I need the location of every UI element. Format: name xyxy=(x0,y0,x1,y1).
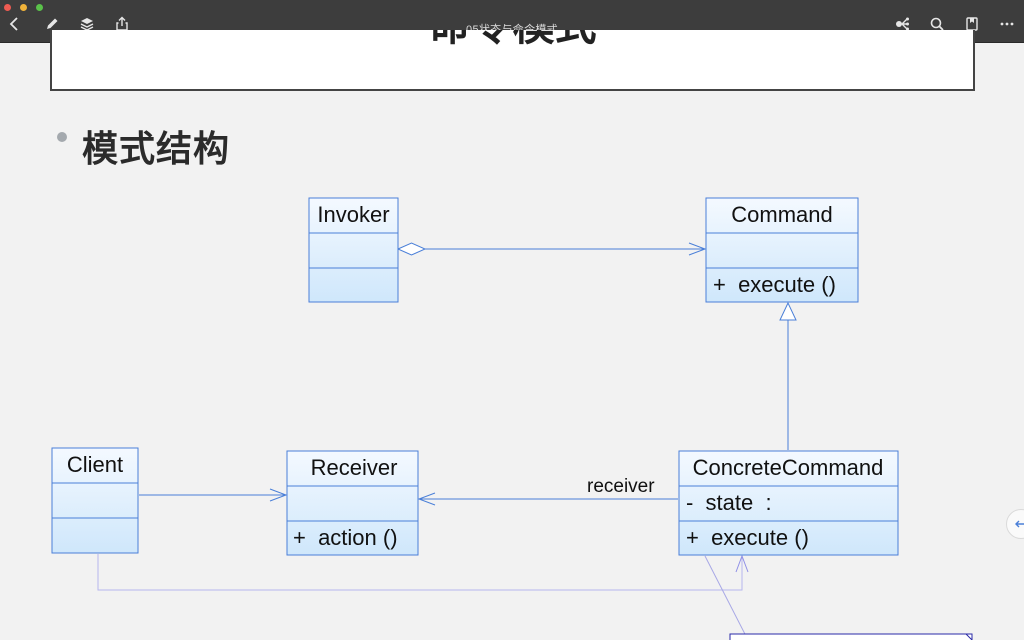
class-concretecommand: ConcreteCommand - state : + execute () xyxy=(678,450,899,556)
operation-command-execute: + execute () xyxy=(713,272,836,297)
invoker-command-aggregation xyxy=(396,242,707,256)
arrow-left-icon xyxy=(1015,520,1024,528)
class-client: Client xyxy=(51,447,139,554)
client-concretecommand-dependency xyxy=(97,554,749,591)
association-label-receiver: receiver xyxy=(587,476,655,497)
attribute-concretecommand-state: - state : xyxy=(686,490,772,515)
operation-concretecommand-execute: + execute () xyxy=(686,525,809,550)
class-command: Command + execute () xyxy=(705,197,859,303)
class-name-receiver: Receiver xyxy=(311,455,398,480)
client-receiver-association xyxy=(139,488,288,502)
class-name-concretecommand: ConcreteCommand xyxy=(693,455,884,480)
class-name-client: Client xyxy=(67,452,123,477)
uml-class-diagram: receiver Invoker Command + execute () Cl… xyxy=(51,197,973,640)
class-invoker: Invoker xyxy=(308,197,399,303)
class-name-command: Command xyxy=(731,202,832,227)
note-box xyxy=(729,633,973,640)
concretecommand-command-generalization xyxy=(779,301,797,450)
operation-receiver-action: + action () xyxy=(293,525,398,550)
class-name-invoker: Invoker xyxy=(317,202,389,227)
class-receiver: Receiver + action () xyxy=(286,450,419,556)
